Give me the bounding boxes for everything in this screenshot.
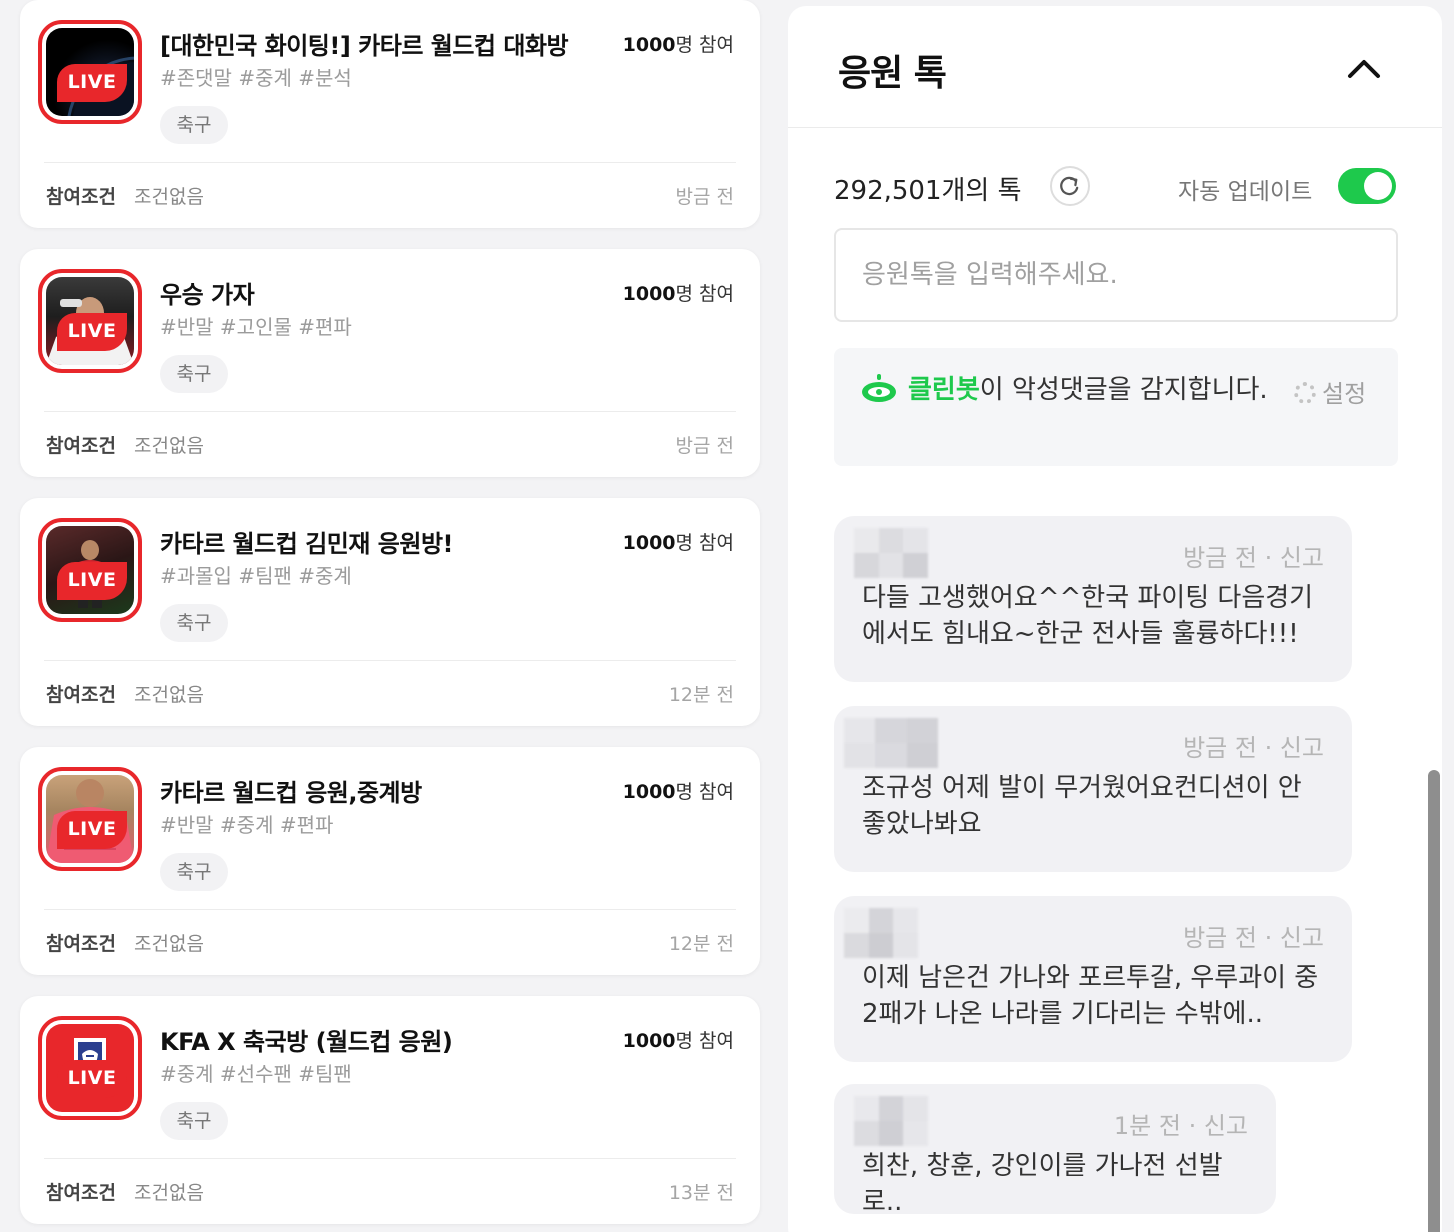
- auto-update-label: 자동 업데이트: [1178, 179, 1313, 205]
- scrollbar[interactable]: [1428, 770, 1440, 1232]
- room-card[interactable]: LIVE 카타르 월드컵 김민재 응원방! 1000명 참여 #과몰입 #팀팬 …: [20, 498, 760, 726]
- category-chip[interactable]: 축구: [160, 355, 228, 393]
- condition-value: 조건없음: [134, 186, 204, 208]
- room-title[interactable]: 우승 가자: [160, 275, 255, 310]
- blurred-avatar: [844, 718, 938, 768]
- talk-input[interactable]: [834, 228, 1398, 322]
- live-badge: LIVE: [57, 313, 127, 351]
- message-text: 조규성 어제 발이 무거웠어요컨디션이 안좋았나봐요: [862, 773, 1302, 839]
- condition-value: 조건없음: [134, 435, 204, 457]
- room-title[interactable]: 카타르 월드컵 김민재 응원방!: [160, 524, 453, 559]
- panel-header: 응원 톡: [788, 6, 1442, 128]
- divider: [44, 162, 736, 163]
- message-meta[interactable]: 방금 전 · 신고: [1183, 728, 1324, 763]
- live-badge: LIVE: [57, 562, 127, 600]
- divider: [44, 660, 736, 661]
- room-card[interactable]: LIVE 카타르 월드컵 응원,중계방 1000명 참여 #반말 #중계 #편파…: [20, 747, 760, 975]
- room-tags: #반말 #고인물 #편파: [160, 315, 352, 339]
- participant-count: 1000명 참여: [622, 781, 734, 803]
- live-badge: LIVE: [57, 811, 127, 849]
- room-tags: #반말 #중계 #편파: [160, 813, 334, 837]
- room-time: 방금 전: [675, 435, 734, 457]
- message-text: 희찬, 창훈, 강인이를 가나전 선발로..: [862, 1151, 1223, 1217]
- live-badge: LIVE: [57, 64, 127, 102]
- condition-value: 조건없음: [134, 1182, 204, 1204]
- blurred-avatar: [854, 528, 928, 578]
- room-time: 12분 전: [668, 933, 734, 955]
- room-tags: #과몰입 #팀팬 #중계: [160, 564, 352, 588]
- message-text: 다들 고생했어요^^한국 파이팅 다음경기에서도 힘내요~한군 전사들 훌륭하다…: [862, 583, 1314, 649]
- settings-button[interactable]: 설정: [1294, 374, 1366, 409]
- condition-label: 참여조건: [46, 933, 116, 955]
- message-meta[interactable]: 방금 전 · 신고: [1183, 538, 1324, 573]
- divider: [44, 411, 736, 412]
- condition-value: 조건없음: [134, 684, 204, 706]
- condition-label: 참여조건: [46, 435, 116, 457]
- condition-label: 참여조건: [46, 684, 116, 706]
- live-badge: LIVE: [57, 1060, 127, 1098]
- room-tags: #중계 #선수팬 #팀팬: [160, 1062, 352, 1086]
- category-chip[interactable]: 축구: [160, 1102, 228, 1140]
- chevron-up-icon[interactable]: [1344, 48, 1384, 88]
- cheer-talk-panel: 응원 톡 292,501개의 톡 자동 업데이트 클린봇이 악성댓글을 감지합니…: [788, 6, 1442, 1232]
- room-card[interactable]: LIVE KFA X 축국방 (월드컵 응원) 1000명 참여 #중계 #선수…: [20, 996, 760, 1224]
- divider: [44, 909, 736, 910]
- divider: [44, 1158, 736, 1159]
- category-chip[interactable]: 축구: [160, 853, 228, 891]
- chat-message: 방금 전 · 신고 이제 남은건 가나와 포르투갈, 우루과이 중 2패가 나온…: [834, 896, 1352, 1062]
- room-title[interactable]: 카타르 월드컵 응원,중계방: [160, 773, 422, 808]
- category-chip[interactable]: 축구: [160, 604, 228, 642]
- room-tags: #존댓말 #중계 #분석: [160, 66, 352, 90]
- condition-label: 참여조건: [46, 186, 116, 208]
- blurred-avatar: [854, 1096, 928, 1146]
- category-chip[interactable]: 축구: [160, 106, 228, 144]
- message-text: 이제 남은건 가나와 포르투갈, 우루과이 중 2패가 나온 나라를 기다리는 …: [862, 963, 1319, 1029]
- room-card[interactable]: LIVE 우승 가자 1000명 참여 #반말 #고인물 #편파 축구 참여조건…: [20, 249, 760, 477]
- room-card[interactable]: LIVE [대한민국 화이팅!] 카타르 월드컵 대화방 1000명 참여 #존…: [20, 0, 760, 228]
- room-time: 13분 전: [668, 1182, 734, 1204]
- chat-message: 방금 전 · 신고 조규성 어제 발이 무거웠어요컨디션이 안좋았나봐요: [834, 706, 1352, 872]
- chat-message: 1분 전 · 신고 희찬, 창훈, 강인이를 가나전 선발로..: [834, 1084, 1276, 1217]
- cleanbot-brand: 클린봇: [908, 375, 980, 405]
- cleanbot-text: 클린봇이 악성댓글을 감지합니다.: [908, 375, 1268, 405]
- toggle-knob: [1364, 172, 1392, 200]
- chat-message: 방금 전 · 신고 다들 고생했어요^^한국 파이팅 다음경기에서도 힘내요~한…: [834, 516, 1352, 682]
- auto-update-toggle[interactable]: [1338, 168, 1396, 204]
- message-meta[interactable]: 방금 전 · 신고: [1183, 918, 1324, 953]
- participant-count: 1000명 참여: [622, 34, 734, 56]
- talk-count: 292,501개의 톡: [834, 176, 1022, 206]
- refresh-icon[interactable]: [1050, 166, 1090, 206]
- room-title[interactable]: [대한민국 화이팅!] 카타르 월드컵 대화방: [160, 26, 569, 61]
- room-time: 방금 전: [675, 186, 734, 208]
- cleanbot-notice: 클린봇이 악성댓글을 감지합니다. 설정: [834, 348, 1398, 466]
- condition-label: 참여조건: [46, 1182, 116, 1204]
- blurred-avatar: [844, 908, 918, 958]
- panel-title: 응원 톡: [838, 53, 947, 94]
- gear-icon: [1294, 382, 1316, 404]
- participant-count: 1000명 참여: [622, 1030, 734, 1052]
- message-meta[interactable]: 1분 전 · 신고: [1114, 1106, 1248, 1141]
- participant-count: 1000명 참여: [622, 532, 734, 554]
- room-list: LIVE [대한민국 화이팅!] 카타르 월드컵 대화방 1000명 참여 #존…: [0, 0, 782, 1232]
- participant-count: 1000명 참여: [622, 283, 734, 305]
- condition-value: 조건없음: [134, 933, 204, 955]
- room-time: 12분 전: [668, 684, 734, 706]
- room-title[interactable]: KFA X 축국방 (월드컵 응원): [160, 1022, 453, 1057]
